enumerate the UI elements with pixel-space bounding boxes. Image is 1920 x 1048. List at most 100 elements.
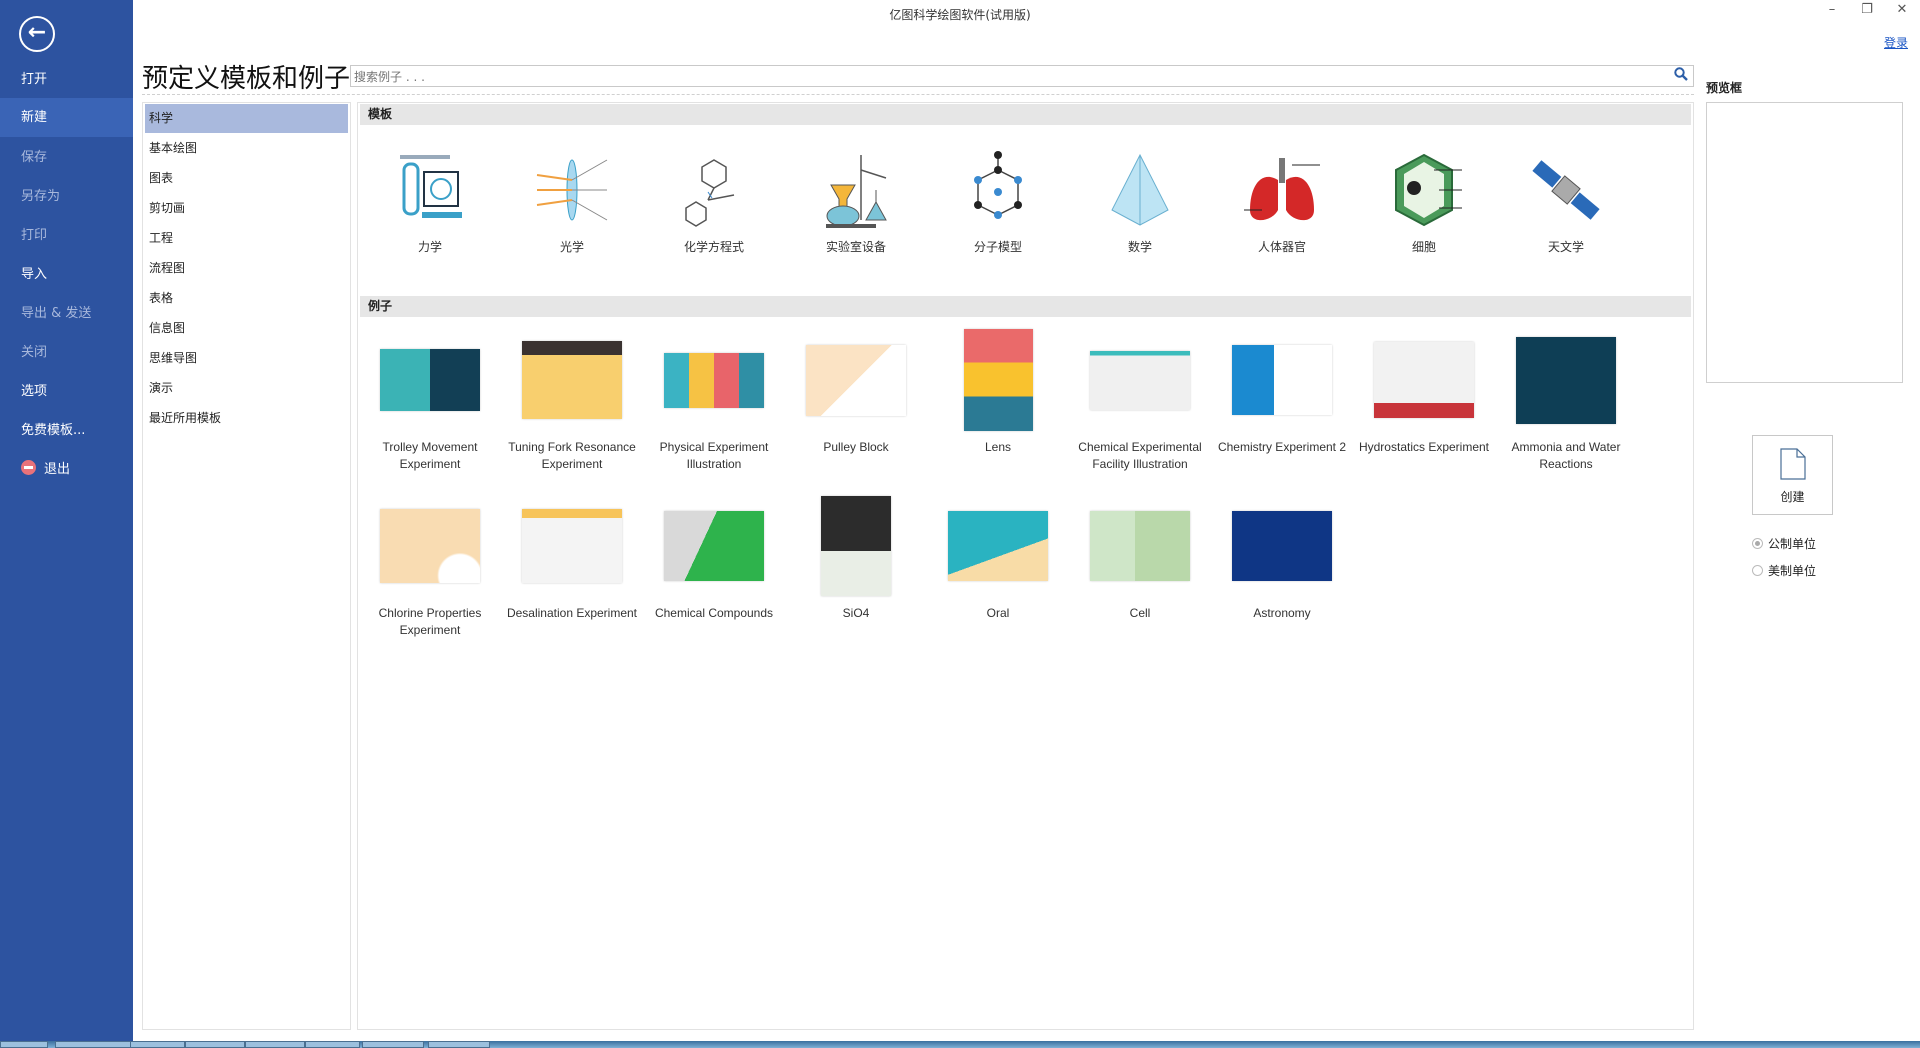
template-card[interactable]: 数学 [1070,145,1210,256]
minimize-button[interactable]: – [1820,2,1844,17]
category-item[interactable]: 最近所用模板 [145,404,348,433]
sidebar-item[interactable]: 打印 [0,216,133,255]
example-thumbnail [963,329,1033,431]
chemical-formula-icon [644,145,784,235]
search-input[interactable] [351,67,1651,87]
example-label: Ammonia and Water Reactions [1511,440,1621,471]
example-card[interactable]: Trolley Movement Experiment [360,325,500,473]
sidebar-item-label: 打开 [21,72,48,87]
sidebar-item-label: 导入 [21,267,48,282]
gallery-panel: 模板 例子 力学 光学 化学方程式 实验室设备 分子模型 数学 人体器官 细胞 天文学 Troll… [357,102,1694,1030]
sidebar-item[interactable]: 导出 & 发送 [0,294,133,333]
example-card[interactable]: Chemical Experimental Facility Illustrat… [1070,325,1210,473]
category-item[interactable]: 演示 [145,374,348,403]
sidebar-item[interactable]: 免费模板... [0,411,133,450]
radio-checked [1752,538,1763,549]
category-item[interactable]: 流程图 [145,254,348,283]
category-item[interactable]: 科学 [145,104,348,133]
restore-button[interactable]: ❐ [1855,2,1879,17]
example-label: Physical Experiment Illustration [659,440,769,471]
thumbnail-area [1070,325,1210,435]
example-card[interactable]: Ammonia and Water Reactions [1496,325,1636,473]
taskbar-button[interactable] [245,1041,305,1048]
sidebar-item[interactable]: 新建 [0,98,133,137]
example-card[interactable]: Tuning Fork Resonance Experiment [502,325,642,473]
search-icon[interactable] [1674,67,1688,85]
taskbar-button[interactable] [0,1041,48,1048]
example-label: Hydrostatics Experiment [1358,440,1490,454]
category-item[interactable]: 表格 [145,284,348,313]
example-card[interactable]: Chemical Compounds [644,491,784,622]
cell-icon [1354,145,1494,235]
example-label: Chemical Experimental Facility Illustrat… [1078,440,1202,471]
template-label: 人体器官 [1257,240,1306,254]
example-card[interactable]: Astronomy [1212,491,1352,622]
thumbnail-area [1354,325,1494,435]
login-link[interactable]: 登录 [1884,34,1908,51]
sidebar-item-label: 免费模板... [21,423,86,438]
example-thumbnail [1232,345,1332,415]
thumbnail-area [786,325,926,435]
template-card[interactable]: 力学 [360,145,500,256]
category-item[interactable]: 剪切画 [145,194,348,223]
thumbnail-area [360,325,500,435]
template-card[interactable]: 光学 [502,145,642,256]
create-button[interactable]: 创建 [1752,435,1833,515]
example-card[interactable]: Chemistry Experiment 2 [1212,325,1352,456]
sidebar-item-label: 另存为 [21,189,61,204]
sidebar-item[interactable]: 另存为 [0,177,133,216]
radio-label: 美制单位 [1768,564,1817,578]
thumbnail-area [1070,491,1210,601]
example-label: Pulley Block [823,440,889,454]
template-card[interactable]: 细胞 [1354,145,1494,256]
sidebar-item[interactable]: 退出 [0,450,133,489]
template-card[interactable]: 分子模型 [928,145,1068,256]
template-card[interactable]: 天文学 [1496,145,1636,256]
example-label: Lens [984,440,1012,454]
example-thumbnail [380,509,480,583]
preview-label: 预览框 [1706,81,1743,95]
category-item[interactable]: 思维导图 [145,344,348,373]
sidebar-item[interactable]: 打开 [0,60,133,99]
us-units-radio[interactable]: 美制单位 [1752,562,1816,579]
template-card[interactable]: 实验室设备 [786,145,926,256]
sidebar-item[interactable]: 保存 [0,138,133,177]
taskbar-button[interactable] [362,1041,424,1048]
category-item[interactable]: 基本绘图 [145,134,348,163]
mechanics-icon [360,145,500,235]
template-label: 光学 [559,240,584,254]
example-thumbnail [1374,342,1474,418]
taskbar-button[interactable] [185,1041,245,1048]
example-label: Cell [1129,606,1151,620]
back-arrow-icon[interactable]: ← [19,16,55,52]
example-card[interactable]: Chlorine Properties Experiment [360,491,500,639]
category-item[interactable]: 图表 [145,164,348,193]
example-card[interactable]: Hydrostatics Experiment [1354,325,1494,456]
example-card[interactable]: Desalination Experiment [502,491,642,622]
close-button[interactable]: ✕ [1890,2,1914,17]
example-card[interactable]: Cell [1070,491,1210,622]
example-card[interactable]: SiO4 [786,491,926,622]
metric-units-radio[interactable]: 公制单位 [1752,535,1816,552]
category-item[interactable]: 信息图 [145,314,348,343]
sidebar-item[interactable]: 关闭 [0,333,133,372]
sidebar-item[interactable]: 导入 [0,255,133,294]
example-thumbnail [948,511,1048,581]
example-thumbnail [806,344,906,416]
category-item[interactable]: 工程 [145,224,348,253]
example-card[interactable]: Physical Experiment Illustration [644,325,784,473]
example-card[interactable]: Pulley Block [786,325,926,456]
template-card[interactable]: 人体器官 [1212,145,1352,256]
taskbar-button[interactable] [428,1041,490,1048]
example-label: Chemical Compounds [654,606,774,620]
example-label: Chemistry Experiment 2 [1217,440,1347,454]
template-card[interactable]: 化学方程式 [644,145,784,256]
example-label: Oral [986,606,1010,620]
thumbnail-area [502,491,642,601]
example-card[interactable]: Lens [928,325,1068,456]
taskbar-button[interactable] [130,1041,185,1048]
thumbnail-area [502,325,642,435]
taskbar-button[interactable] [305,1041,360,1048]
example-card[interactable]: Oral [928,491,1068,622]
sidebar-item[interactable]: 选项 [0,372,133,411]
